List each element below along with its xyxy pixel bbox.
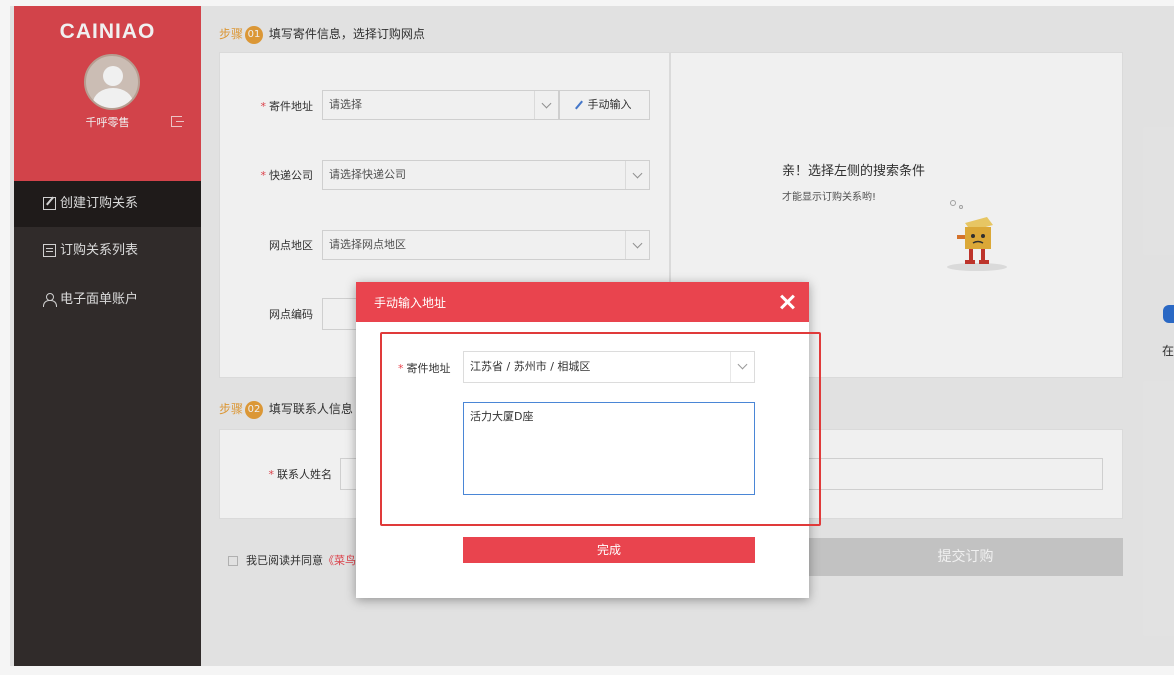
highlight-annotation <box>380 332 821 526</box>
dialog-header: 手动输入地址 <box>356 282 809 322</box>
done-button[interactable]: 完成 <box>463 537 755 563</box>
close-icon[interactable] <box>778 293 796 311</box>
dialog-title: 手动输入地址 <box>374 296 447 310</box>
